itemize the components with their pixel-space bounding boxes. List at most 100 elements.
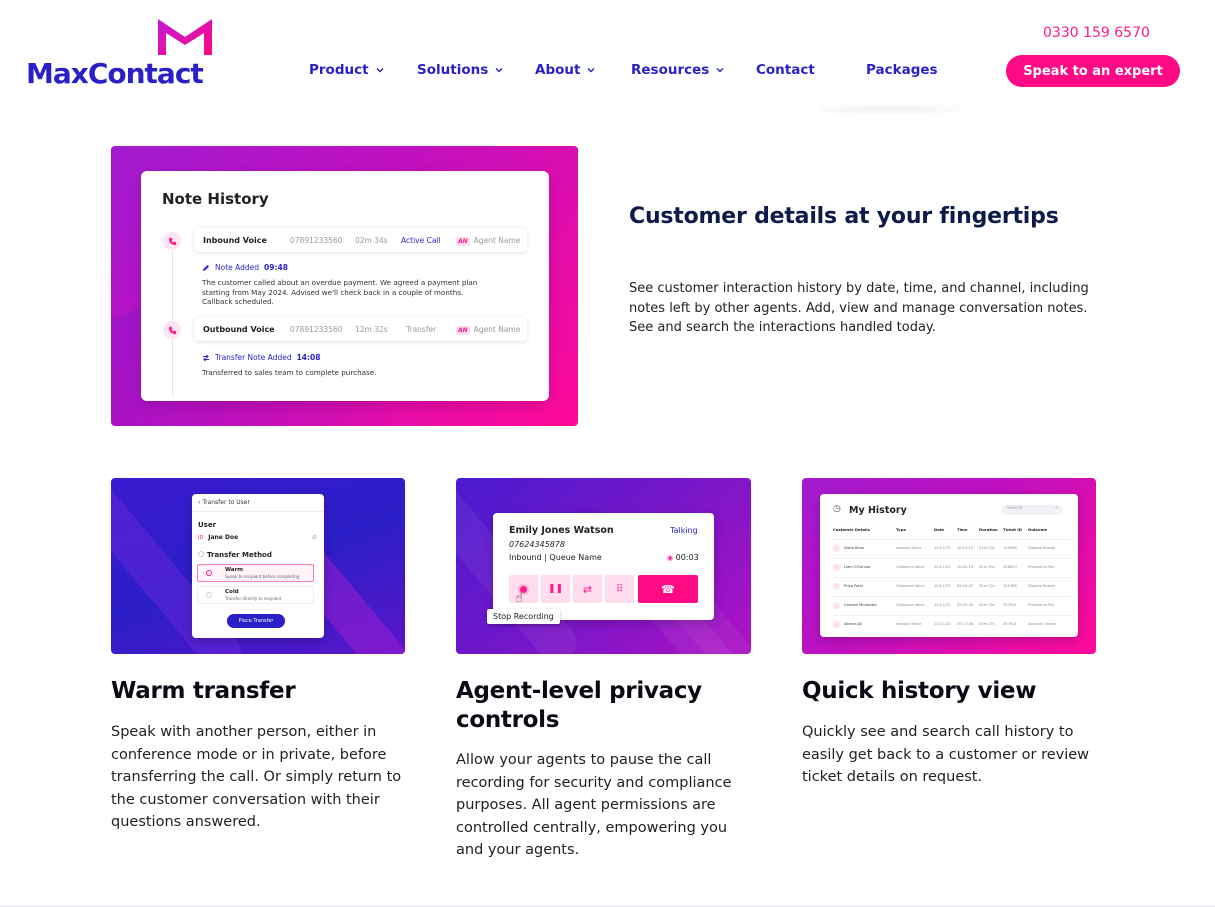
keypad-icon: ⠿	[615, 583, 624, 595]
call-status: Talking	[670, 526, 698, 535]
option-warm[interactable]: Warm Speak to recipient before completin…	[197, 564, 314, 582]
table-cell: 05m 12s	[979, 584, 995, 588]
table-row[interactable]: Aisha Khan Inbound Voice 15/11/23 10:13:15 0…	[833, 539, 1073, 558]
phone-link[interactable]: 0330 159 6570	[1043, 25, 1150, 41]
nav-label: About	[535, 62, 581, 78]
nav-solutions[interactable]: Solutions	[417, 62, 503, 78]
nav-label: Packages	[866, 62, 938, 78]
table-cell: 10:02:19	[957, 565, 974, 569]
logo-wordmark: MaxContact	[26, 57, 204, 90]
table-cell: 01m 23s	[979, 546, 995, 550]
nav-label: Product	[309, 62, 369, 78]
note-history-title: Note History	[162, 190, 269, 208]
column-header: Type	[896, 527, 906, 532]
privacy-controls-illustration: Emily Jones Watson Talking 07624345878 I…	[456, 478, 751, 654]
call-type: Inbound Voice	[203, 236, 267, 245]
table-cell: Account Closed	[1028, 622, 1056, 626]
table-cell: 15/11/23	[934, 546, 951, 550]
table-cell: Promise to Pay	[1028, 603, 1055, 607]
table-cell: 357924	[1003, 603, 1017, 607]
call-status: Active Call	[401, 236, 441, 245]
nav-about[interactable]: About	[535, 62, 595, 78]
note-body: The customer called about an overdue pay…	[202, 278, 477, 307]
option-sub: Speak to recipient before completing	[225, 574, 300, 579]
transfer-dialog: ‹ Transfer to User User JD Jane Doe ⊘ Tr…	[192, 494, 324, 638]
phone-icon	[833, 602, 840, 609]
warm-transfer-description: Speak with another person, either in con…	[111, 724, 402, 830]
user-initials: JD	[198, 535, 204, 541]
keypad-button[interactable]: ⠿	[605, 575, 634, 603]
nav-product[interactable]: Product	[309, 62, 384, 78]
record-button[interactable]	[509, 575, 538, 603]
phone-icon	[163, 321, 181, 339]
stop-recording-tooltip: Stop Recording	[487, 609, 560, 624]
note-body: Transferred to sales team to complete pu…	[202, 368, 377, 378]
selected-user[interactable]: JD Jane Doe	[198, 534, 238, 541]
history-search-input[interactable]: Search ⌕	[1001, 505, 1063, 515]
history-header-row: Customer Details Type Date Time Duration Tick…	[833, 527, 1073, 539]
table-row[interactable]: Carmen Mcdonald Outbound Voice 15/11/23 09:…	[833, 596, 1073, 615]
call-number: 07891233560	[290, 236, 343, 245]
nav-packages[interactable]: Packages	[866, 62, 938, 78]
queue-name: Inbound | Queue Name	[509, 553, 602, 562]
maxcontact-logo[interactable]: MaxContact	[26, 15, 236, 91]
logo-m-icon	[158, 19, 212, 55]
radio-icon	[198, 551, 204, 557]
table-cell: Samira Ali	[844, 622, 863, 626]
dialog-header: ‹ Transfer to User	[198, 499, 250, 506]
note-history-illustration: Note History Inbound Voice 07891233560 0…	[111, 146, 578, 426]
nav-contact[interactable]: Contact	[756, 62, 815, 78]
table-cell: Inbound Voice	[896, 546, 922, 550]
warm-transfer-illustration: ‹ Transfer to User User JD Jane Doe ⊘ Tr…	[111, 478, 405, 654]
chevron-down-icon	[495, 68, 503, 73]
table-cell: Dispute Raised	[1028, 546, 1055, 550]
transfer-button[interactable]: ⇄	[573, 575, 602, 603]
call-control-panel: Emily Jones Watson Talking 07624345878 I…	[493, 513, 714, 620]
quick-history-description: Quickly see and search call history to e…	[802, 724, 1090, 785]
speak-to-expert-button[interactable]: Speak to an expert	[1006, 55, 1180, 87]
transfer-method-label: Transfer Method	[198, 551, 272, 559]
call-duration: 02m 34s	[355, 236, 388, 245]
title-line: controls	[456, 707, 560, 733]
user-label: User	[198, 521, 217, 529]
table-cell: 357924	[1003, 622, 1017, 626]
table-cell: 10:13:15	[957, 546, 974, 550]
table-row[interactable]: Samira Ali Inbound Voice 15/11/23 09:17:48 0…	[833, 615, 1073, 634]
hang-up-button[interactable]: ☎	[638, 575, 698, 603]
check-icon: ⊘	[312, 534, 318, 541]
call-timer: ◉ 00:03	[667, 553, 699, 562]
caller-name: Emily Jones Watson	[509, 525, 614, 536]
dialog-header-text: Transfer to User	[202, 499, 250, 506]
transfer-note-label: Transfer Note Added 14:08	[202, 353, 320, 362]
note-time: 14:08	[296, 353, 321, 362]
privacy-controls-description: Allow your agents to pause the call reco…	[456, 752, 732, 858]
phone-icon	[163, 232, 181, 250]
hold-button[interactable]: ❚❚	[541, 575, 570, 603]
option-cold[interactable]: Cold Transfer directly to recipient	[197, 586, 314, 604]
nav-resources[interactable]: Resources	[631, 62, 724, 78]
table-cell: Aisha Khan	[844, 546, 865, 550]
table-cell: 246810	[1003, 565, 1017, 569]
pause-icon: ❚❚	[547, 584, 564, 594]
phone-icon	[833, 583, 840, 590]
column-header: Duration	[979, 527, 998, 532]
agent-initials-badge: AN	[456, 237, 470, 246]
title-line: Agent-level privacy	[456, 678, 702, 704]
option-label: Cold	[225, 589, 239, 595]
caller-number: 07624345878	[509, 540, 565, 549]
table-cell: Outbound Voice	[896, 565, 925, 569]
call-duration: 12m 32s	[355, 325, 388, 334]
table-row[interactable]: Liam O'Connor Outbound Voice 15/11/23 10:02…	[833, 558, 1073, 577]
table-cell: 15/11/23	[934, 603, 951, 607]
table-row[interactable]: Priya Patel Outbound Voice 15/11/23 09:54:4…	[833, 577, 1073, 596]
table-cell: 09:54:47	[957, 584, 974, 588]
note-added-text: Note Added	[215, 263, 260, 272]
chevron-down-icon	[716, 68, 724, 73]
table-cell: Dispute Raised	[1028, 584, 1055, 588]
call-row: Outbound Voice 07891233560 12m 32s Trans…	[194, 317, 527, 341]
place-transfer-button[interactable]: Place Transfer	[227, 614, 285, 628]
table-cell: 241368	[1003, 584, 1017, 588]
call-status: Transfer	[406, 325, 437, 334]
table-cell: Outbound Voice	[896, 603, 925, 607]
table-cell: Promise to Pay	[1028, 565, 1055, 569]
